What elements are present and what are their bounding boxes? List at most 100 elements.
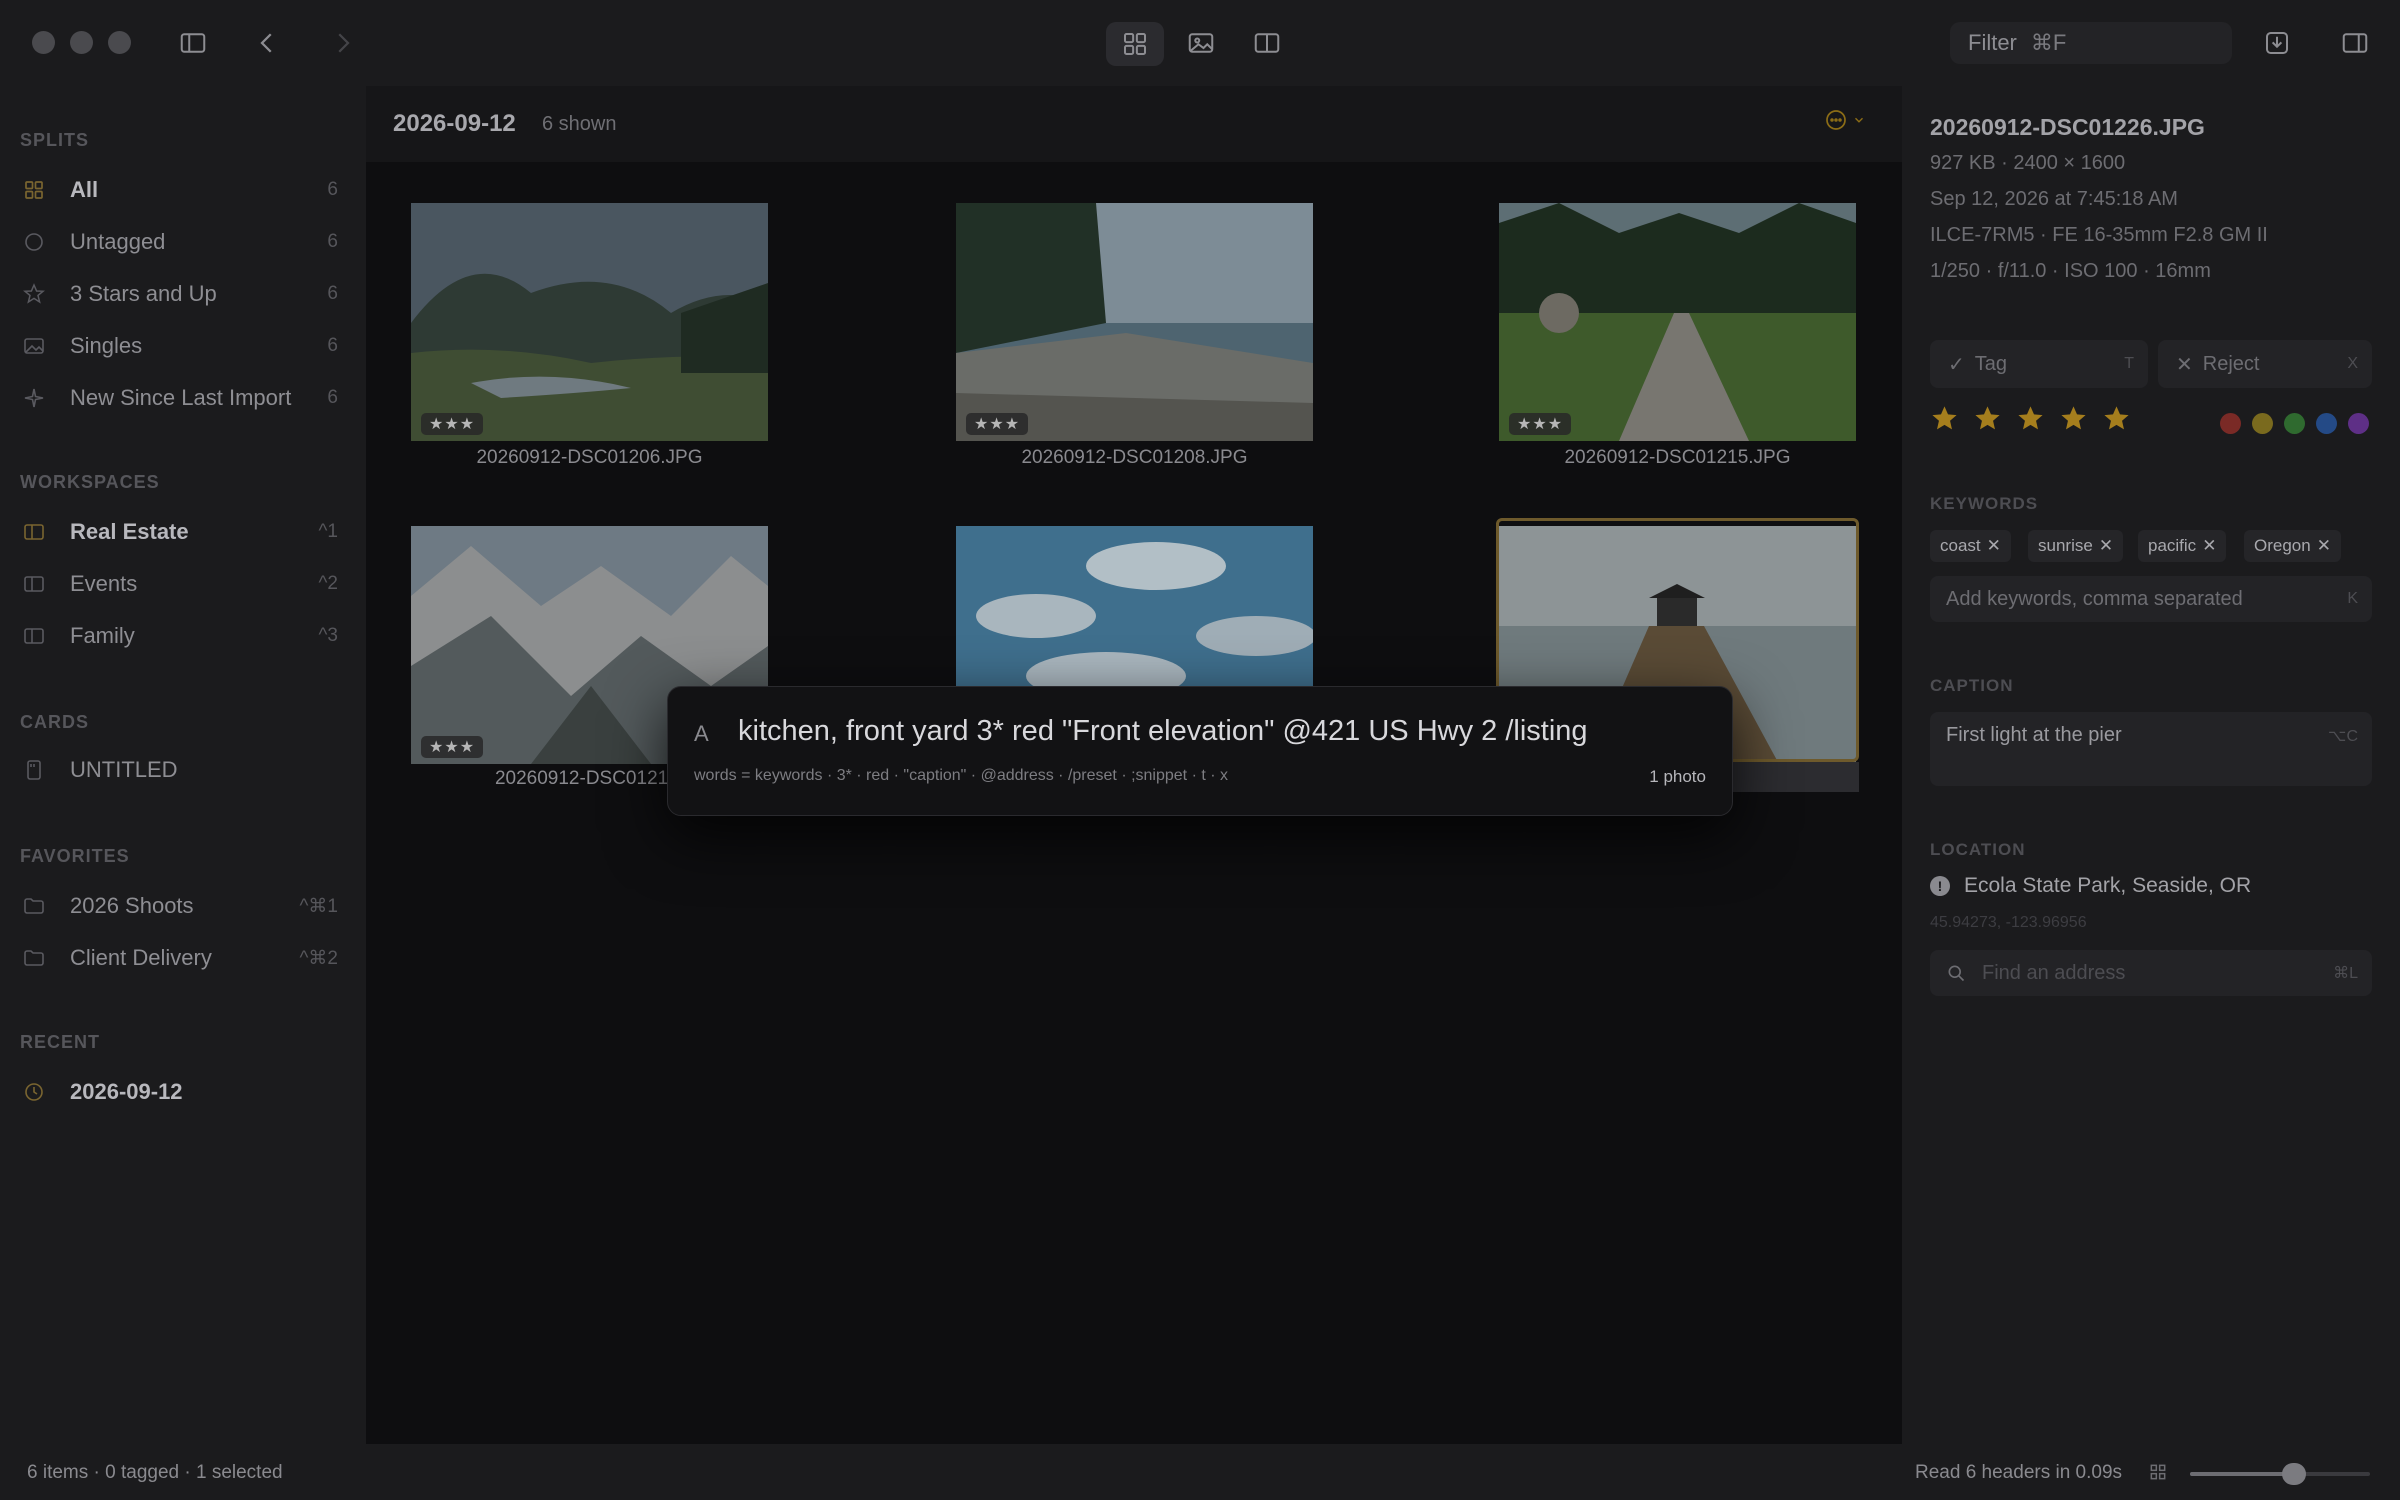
workspace-icon (20, 570, 48, 598)
sidebar-item-label: All (70, 177, 99, 202)
color-label-picker[interactable] (2220, 413, 2369, 434)
remove-keyword-icon[interactable]: ✕ (2202, 536, 2216, 556)
sidebar-item-family[interactable]: Family ^3 (20, 614, 338, 658)
rating-stars[interactable] (1930, 404, 2131, 433)
rating-badge: ★★★ (421, 413, 484, 435)
keywords-section-title: KEYWORDS (1930, 494, 2039, 513)
remove-keyword-icon[interactable]: ✕ (2317, 536, 2331, 556)
sidebar-item-label: New Since Last Import (70, 385, 292, 410)
grid-icon (20, 176, 48, 204)
sidebar-item-recent-2026-09-12[interactable]: 2026-09-12 (20, 1070, 338, 1114)
inspector-toggle-icon[interactable] (2334, 22, 2376, 64)
tag-button[interactable]: ✓ Tag T (1930, 340, 2148, 388)
sidebar-item-untitled-card[interactable]: UNTITLED (20, 748, 338, 792)
photo-thumbnail[interactable]: ★★★ (411, 203, 768, 441)
ellipsis-circle-icon (1826, 110, 1846, 130)
minimize-window-button[interactable] (70, 31, 93, 54)
keyword-chip[interactable]: sunrise ✕ (2028, 530, 2124, 562)
color-label-dot[interactable] (2252, 413, 2273, 434)
chevron-down-icon (1855, 117, 1863, 123)
sidebar-item-events[interactable]: Events ^2 (20, 562, 338, 606)
page-title: 2026-09-12 (393, 110, 516, 137)
filter-shortcut: ⌘F (2030, 30, 2067, 55)
sidebar-item-label: Events (70, 571, 138, 596)
address-search-field[interactable]: Find an address ⌘L (1930, 950, 2372, 996)
sidebar-item-all[interactable]: All 6 (20, 168, 338, 212)
close-window-button[interactable] (32, 31, 55, 54)
rating-badge: ★★★ (966, 413, 1029, 435)
reject-button[interactable]: ✕ Reject X (2158, 340, 2372, 388)
compare-view-icon[interactable] (1246, 22, 1288, 64)
checkmark-icon: ✓ (1948, 353, 1965, 376)
thumbnail-size-slider[interactable] (2190, 1463, 2370, 1485)
grid-view-icon[interactable] (1106, 22, 1164, 66)
keyword-chip[interactable]: pacific ✕ (2138, 530, 2227, 562)
workspaces-section-title: WORKSPACES (20, 472, 160, 492)
photo-filename: 20260912-DSC01208.JPG (1021, 447, 1248, 468)
keywords-input[interactable]: Add keywords, comma separated K (1930, 576, 2372, 622)
photo-filename: 20260912-DSC01215.JPG (1564, 447, 1791, 468)
keyword-label: coast (1940, 536, 1981, 555)
sidebar-item-client-delivery[interactable]: Client Delivery ^⌘2 (20, 936, 338, 980)
export-icon[interactable] (2256, 22, 2298, 64)
more-options-button[interactable] (1824, 108, 1866, 132)
sidebar-item-shortcut: ^⌘1 (299, 895, 338, 917)
caption-section-title: CAPTION (1930, 676, 2014, 695)
rating-badge: ★★★ (421, 736, 484, 758)
sidebar-item-real-estate[interactable]: Real Estate ^1 (20, 510, 338, 554)
color-label-dot[interactable] (2284, 413, 2305, 434)
rating-star-icon[interactable] (1973, 404, 2002, 433)
sidebar-item-label: Singles (70, 333, 143, 358)
sidebar-item-label: 3 Stars and Up (70, 281, 217, 306)
sidebar-item-3-stars[interactable]: 3 Stars and Up 6 (20, 272, 338, 316)
tag-shortcut: T (2124, 355, 2134, 372)
rating-star-icon[interactable] (2016, 404, 2045, 433)
command-palette[interactable]: A kitchen, front yard 3* red "Front elev… (667, 686, 1733, 816)
workspace-icon (20, 518, 48, 546)
forward-icon[interactable] (322, 22, 364, 64)
photo-filename: 20260912-DSC01206.JPG (476, 447, 703, 468)
keyword-chip[interactable]: coast ✕ (1930, 530, 2011, 562)
photo-thumbnail[interactable]: ★★★ (956, 203, 1313, 441)
command-input[interactable]: kitchen, front yard 3* red "Front elevat… (738, 715, 1588, 748)
address-placeholder: Find an address (1982, 961, 2126, 984)
sidebar-item-new-since-import[interactable]: New Since Last Import 6 (20, 376, 338, 420)
photo-thumbnail[interactable]: ★★★ (1499, 203, 1856, 441)
rating-star-icon[interactable] (2059, 404, 2088, 433)
address-shortcut: ⌘L (2333, 965, 2358, 982)
color-label-dot[interactable] (2348, 413, 2369, 434)
sidebar-item-count: 6 (327, 179, 338, 200)
single-view-icon[interactable] (1180, 22, 1222, 64)
sidebar-item-label: Untagged (70, 229, 166, 254)
cards-section-title: CARDS (20, 712, 90, 732)
affected-count: 1 photo (1649, 767, 1706, 786)
sidebar-toggle-icon[interactable] (172, 22, 214, 64)
grid-size-icon (2150, 1464, 2166, 1480)
search-icon (1948, 965, 1965, 982)
color-label-dot[interactable] (2220, 413, 2241, 434)
sidebar-item-2026-shoots[interactable]: 2026 Shoots ^⌘1 (20, 884, 338, 928)
sidebar-item-label: Real Estate (70, 519, 189, 544)
sidebar-item-singles[interactable]: Singles 6 (20, 324, 338, 368)
location-pin-icon: ! (1930, 876, 1950, 896)
caption-field[interactable]: First light at the pier ⌥C (1930, 712, 2372, 786)
sidebar-item-untagged[interactable]: Untagged 6 (20, 220, 338, 264)
reject-label: Reject (2202, 352, 2260, 375)
caption-shortcut: ⌥C (2328, 728, 2358, 745)
remove-keyword-icon[interactable]: ✕ (2099, 536, 2113, 556)
slider-knob[interactable] (2282, 1463, 2307, 1485)
reject-shortcut: X (2347, 355, 2358, 372)
location-name: Ecola State Park, Seaside, OR (1964, 874, 2252, 897)
sidebar-item-count: 6 (327, 231, 338, 252)
rating-star-icon[interactable] (1930, 404, 1959, 433)
color-label-dot[interactable] (2316, 413, 2337, 434)
remove-keyword-icon[interactable]: ✕ (1987, 536, 2001, 556)
filter-field[interactable]: Filter ⌘F (1950, 22, 2232, 64)
keyword-chip[interactable]: Oregon ✕ (2244, 530, 2341, 562)
back-icon[interactable] (246, 22, 288, 64)
location-coordinates: 45.94273, -123.96956 (1930, 914, 2087, 931)
zoom-window-button[interactable] (108, 31, 131, 54)
exposure-info: 1/250 · f/11.0 · ISO 100 · 16mm (1930, 260, 2211, 282)
slider-fill (2190, 1472, 2295, 1476)
rating-star-icon[interactable] (2102, 404, 2131, 433)
